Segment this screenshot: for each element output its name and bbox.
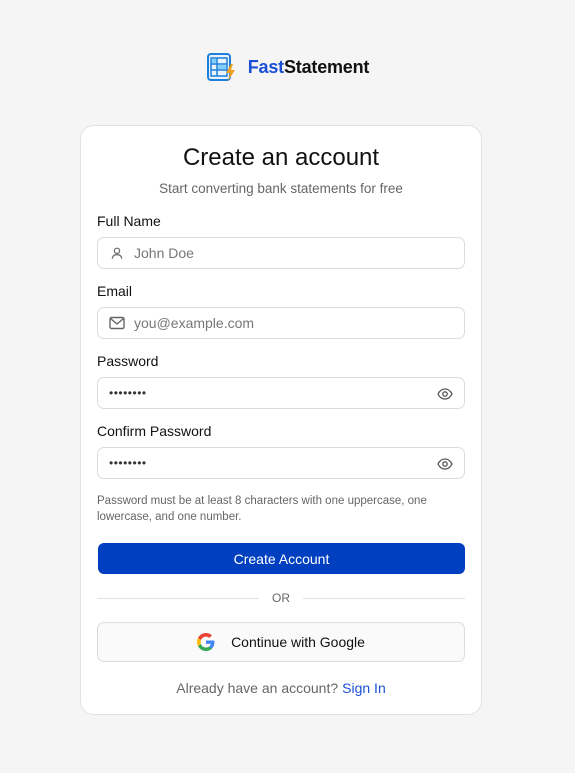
brand-name-fast: Fast [247, 56, 284, 77]
full-name-field[interactable]: John Doe [97, 237, 465, 269]
password-value: •••••••• [109, 386, 147, 400]
signin-prompt: Already have an account? Sign In [81, 680, 481, 696]
eye-icon[interactable] [437, 456, 453, 472]
confirm-password-field[interactable]: •••••••• [97, 447, 465, 479]
user-icon [109, 245, 125, 261]
signin-prompt-text: Already have an account? [176, 680, 339, 696]
create-account-button[interactable]: Create Account [98, 543, 465, 574]
confirm-password-value: •••••••• [109, 456, 147, 470]
email-placeholder: you@example.com [134, 315, 255, 331]
divider-label: OR [272, 591, 290, 605]
signup-card: Create an account Start converting bank … [80, 125, 482, 715]
divider-line-left [97, 597, 259, 599]
full-name-label: Full Name [97, 213, 161, 229]
mail-icon [109, 315, 125, 331]
password-label: Password [97, 353, 159, 369]
email-label: Email [97, 283, 133, 299]
brand-name-statement: Statement [283, 56, 370, 77]
email-field[interactable]: you@example.com [97, 307, 465, 339]
sign-in-link[interactable]: Sign In [342, 680, 386, 696]
page-subtitle: Start converting bank statements for fre… [159, 181, 403, 196]
page-title: Create an account [182, 144, 380, 171]
continue-with-google-button[interactable]: Continue with Google [97, 622, 465, 662]
google-button-label: Continue with Google [231, 634, 365, 650]
eye-icon[interactable] [437, 386, 453, 402]
full-name-placeholder: John Doe [134, 245, 194, 261]
password-hint: Password must be at least 8 characters w… [97, 495, 427, 523]
or-divider: OR [97, 589, 465, 607]
brand-name: FastStatement [247, 56, 370, 78]
spreadsheet-lightning-icon [206, 51, 238, 83]
google-icon [197, 633, 215, 651]
divider-line-right [303, 597, 465, 599]
confirm-password-label: Confirm Password [97, 423, 212, 439]
brand-header: FastStatement [0, 49, 575, 85]
password-field[interactable]: •••••••• [97, 377, 465, 409]
